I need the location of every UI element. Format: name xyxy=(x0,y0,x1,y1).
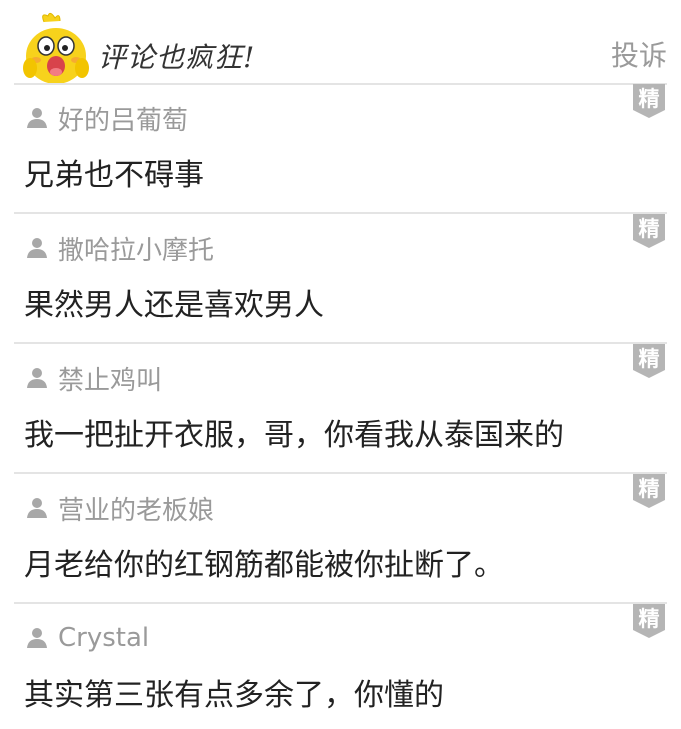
featured-badge-label: 精 xyxy=(638,347,660,371)
comment-author: 营业的老板娘 xyxy=(26,490,214,527)
user-icon xyxy=(27,628,47,648)
user-icon xyxy=(27,238,47,258)
featured-badge-label: 精 xyxy=(638,217,660,241)
comment-item: 精 Crystal 其实第三张有点多余了，你懂的 xyxy=(0,604,681,729)
featured-badge-label: 精 xyxy=(638,477,660,501)
username[interactable]: Crystal xyxy=(58,623,149,653)
header-title: 评论也疯狂! xyxy=(98,41,256,74)
comment-item: 精 好的吕葡萄 兄弟也不碍事 xyxy=(0,84,681,214)
username[interactable]: 好的吕葡萄 xyxy=(58,100,188,137)
username[interactable]: 撒哈拉小摩托 xyxy=(58,230,214,267)
report-link[interactable]: 投诉 xyxy=(611,34,667,74)
comment-text: 果然男人还是喜欢男人 xyxy=(24,288,324,323)
comment-text: 月老给你的红钢筋都能被你扯断了。 xyxy=(24,548,504,583)
comment-author: Crystal xyxy=(26,622,149,654)
username[interactable]: 营业的老板娘 xyxy=(58,490,214,527)
comment-text: 兄弟也不碍事 xyxy=(24,158,204,193)
comment-text: 其实第三张有点多余了，你懂的 xyxy=(24,678,444,713)
user-icon xyxy=(27,368,47,388)
comment-author: 禁止鸡叫 xyxy=(26,360,162,397)
username[interactable]: 禁止鸡叫 xyxy=(58,360,162,397)
user-icon xyxy=(27,498,47,518)
user-icon xyxy=(27,108,47,128)
chick-mascot-icon xyxy=(23,12,89,84)
comment-text: 我一把扯开衣服，哥，你看我从泰国来的 xyxy=(24,418,564,453)
comments-header: 评论也疯狂! 投诉 xyxy=(0,0,681,85)
comment-item: 精 撒哈拉小摩托 果然男人还是喜欢男人 xyxy=(0,214,681,344)
comment-author: 好的吕葡萄 xyxy=(26,100,188,137)
featured-badge-label: 精 xyxy=(638,87,660,111)
comment-item: 精 营业的老板娘 月老给你的红钢筋都能被你扯断了。 xyxy=(0,474,681,604)
featured-badge-label: 精 xyxy=(638,607,660,631)
comment-item: 精 禁止鸡叫 我一把扯开衣服，哥，你看我从泰国来的 xyxy=(0,344,681,474)
comments-page: 评论也疯狂! 投诉 精 好的吕葡萄 兄弟也不碍事 精 撒哈拉小摩托 果然男人还是… xyxy=(0,0,681,729)
comment-author: 撒哈拉小摩托 xyxy=(26,230,214,267)
